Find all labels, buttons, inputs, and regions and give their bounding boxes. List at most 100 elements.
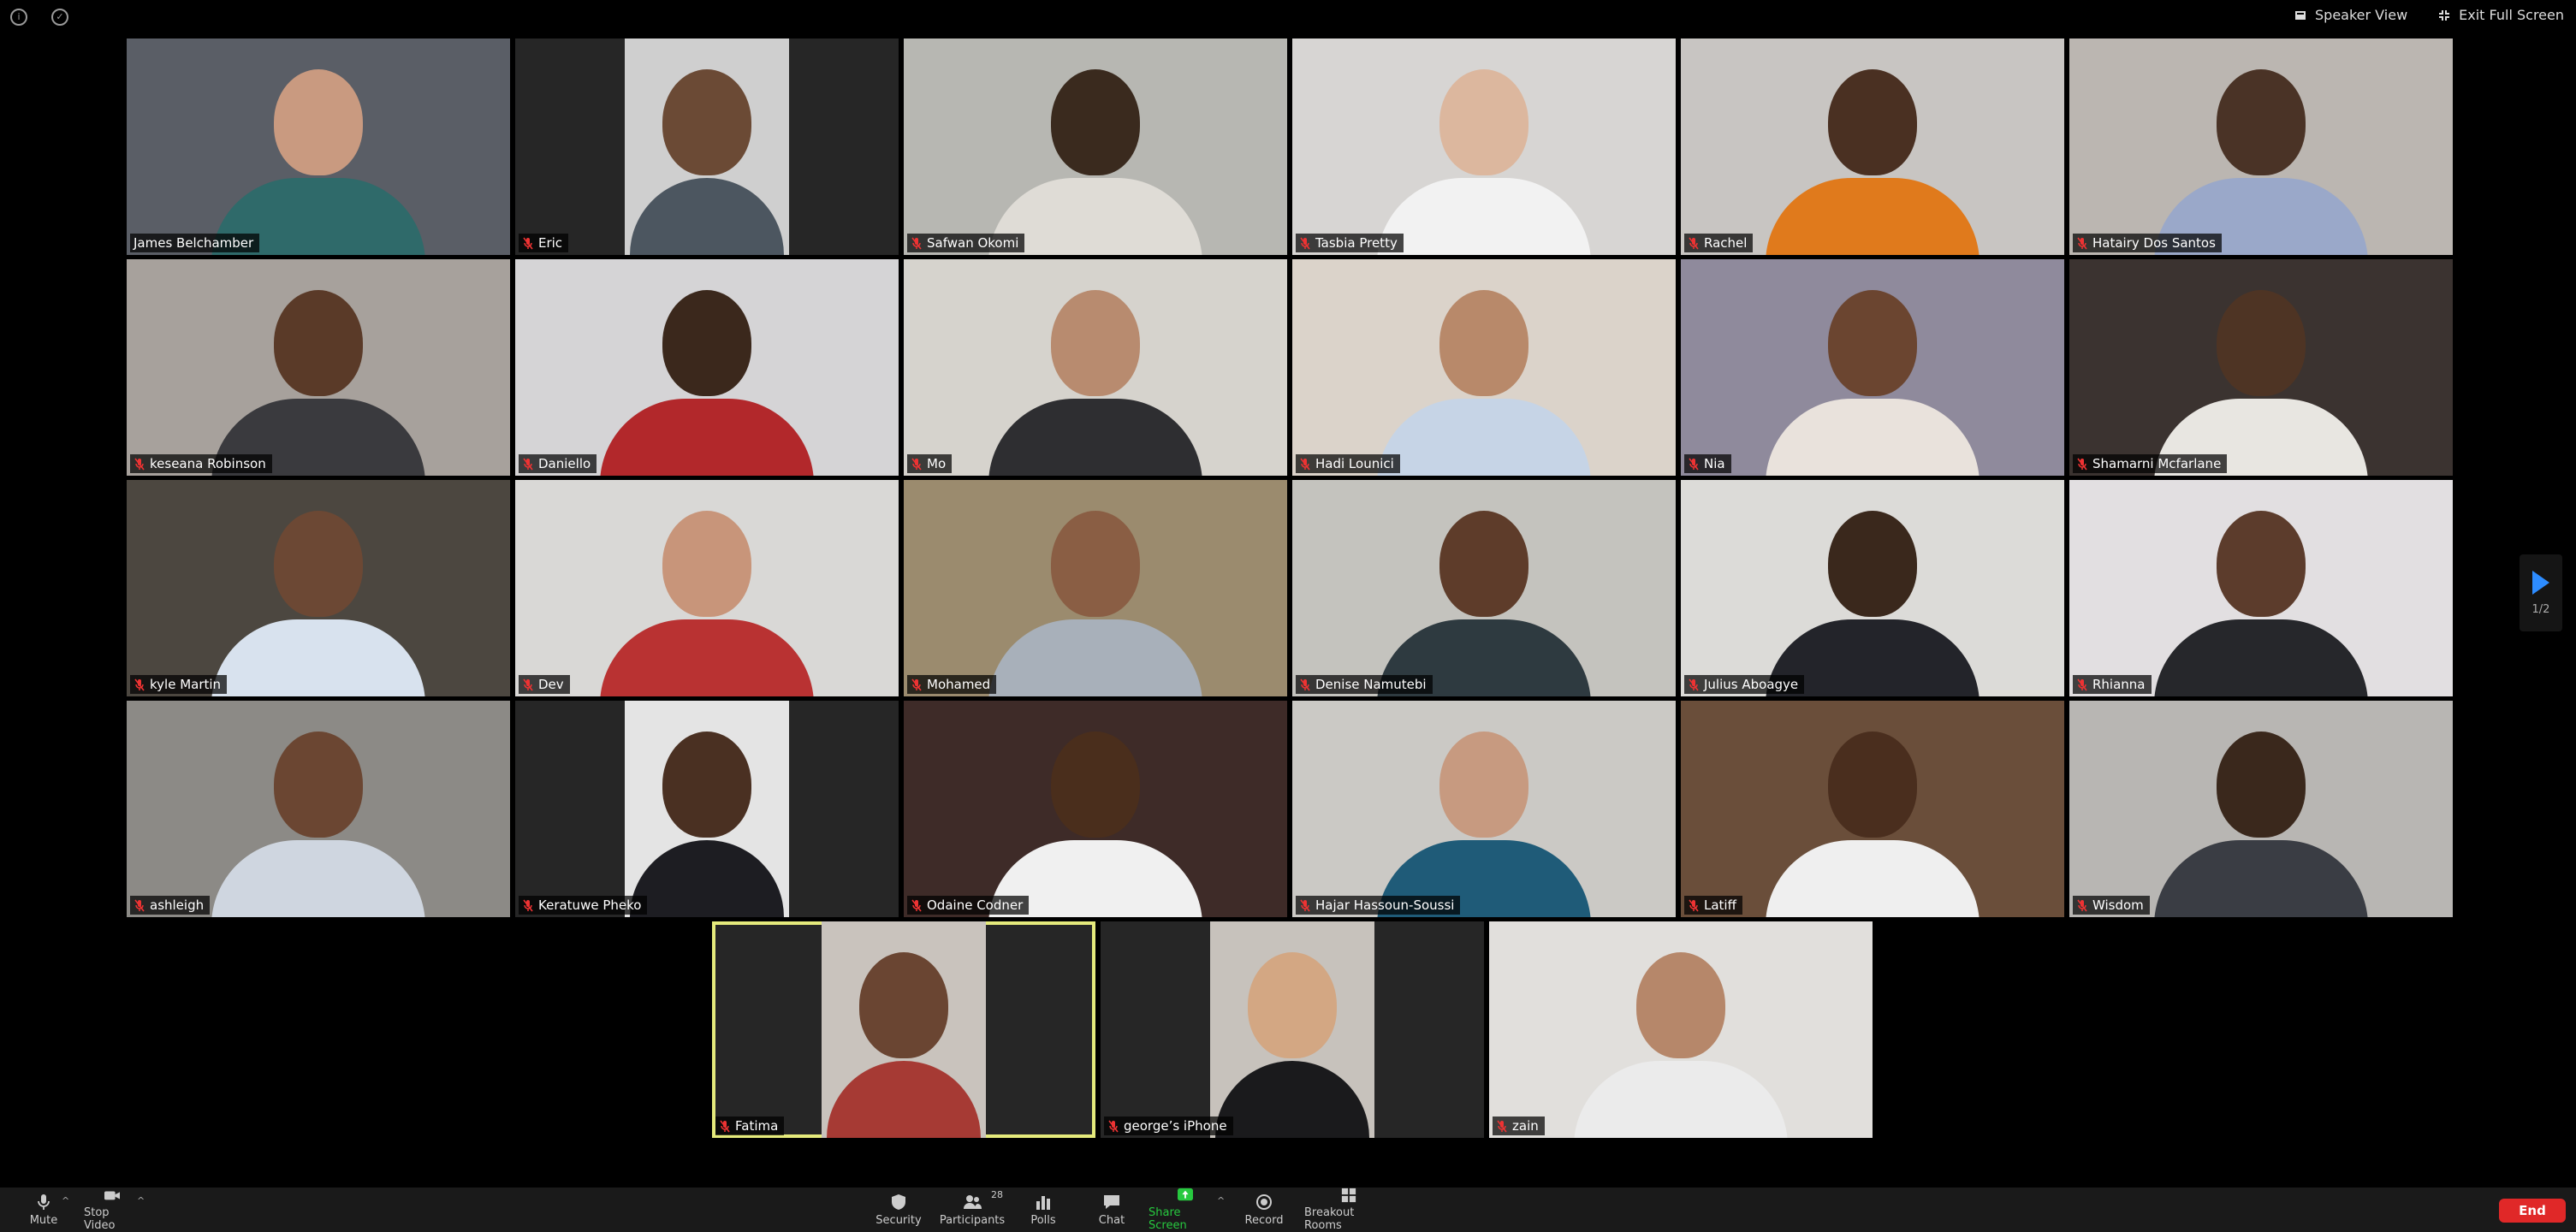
- participant-body: [600, 399, 814, 476]
- participant-head: [274, 69, 363, 175]
- mic-muted-icon: [2077, 899, 2087, 911]
- info-icon[interactable]: i: [10, 9, 27, 26]
- participant-body: [600, 619, 814, 696]
- end-meeting-button[interactable]: End: [2499, 1199, 2566, 1223]
- participant-video: [1292, 701, 1676, 917]
- video-tile[interactable]: Rachel: [1681, 38, 2064, 255]
- participant-nameplate: Denise Namutebi: [1296, 675, 1433, 694]
- top-right-controls: Speaker View Exit Full Screen: [2294, 7, 2564, 23]
- participants-icon: [964, 1194, 982, 1209]
- video-tile[interactable]: Mo: [904, 259, 1287, 476]
- next-arrow-icon: [2532, 570, 2549, 595]
- mic-muted-icon: [1689, 678, 1699, 690]
- participant-nameplate: Safwan Okomi: [907, 234, 1025, 252]
- breakout-rooms-button[interactable]: Breakout Rooms: [1304, 1188, 1393, 1232]
- share-options-caret-icon[interactable]: ^: [1217, 1195, 1225, 1206]
- participant-video: [1292, 259, 1676, 476]
- mic-muted-icon: [1108, 1120, 1119, 1132]
- participant-name: Nia: [1704, 456, 1725, 471]
- video-tile[interactable]: Dev: [515, 480, 899, 696]
- participant-nameplate: Nia: [1684, 454, 1731, 473]
- breakout-rooms-label: Breakout Rooms: [1304, 1206, 1355, 1232]
- video-tile[interactable]: zain: [1489, 921, 1873, 1138]
- mic-muted-icon: [1689, 899, 1699, 911]
- participant-video: [515, 480, 899, 696]
- video-tile[interactable]: Keratuwe Pheko: [515, 701, 899, 917]
- participant-video: [2069, 259, 2453, 476]
- record-button[interactable]: Record: [1243, 1188, 1285, 1232]
- mic-muted-icon: [134, 458, 145, 470]
- video-options-caret-icon[interactable]: ^: [137, 1195, 145, 1206]
- video-tile[interactable]: Denise Namutebi: [1292, 480, 1676, 696]
- participant-name: Daniello: [538, 456, 591, 471]
- participant-nameplate: Odaine Codner: [907, 896, 1030, 915]
- video-tile[interactable]: ashleigh: [127, 701, 510, 917]
- participant-name: zain: [1512, 1118, 1539, 1134]
- participant-video: [904, 259, 1287, 476]
- participant-name: Hajar Hassoun-Soussi: [1315, 897, 1455, 913]
- participant-name: Mo: [927, 456, 947, 471]
- chat-button[interactable]: Chat: [1094, 1188, 1130, 1232]
- video-tile[interactable]: Shamarni Mcfarlane: [2069, 259, 2453, 476]
- share-screen-button[interactable]: Share Screen: [1149, 1188, 1222, 1232]
- video-tile[interactable]: george’s iPhone: [1101, 921, 1484, 1138]
- participant-video: [2069, 480, 2453, 696]
- video-tile[interactable]: Nia: [1681, 259, 2064, 476]
- participant-name: Fatima: [735, 1118, 779, 1134]
- record-icon: [1256, 1194, 1272, 1210]
- next-page-button[interactable]: 1/2: [2520, 554, 2562, 631]
- participant-name: Julius Aboagye: [1704, 677, 1799, 692]
- stop-video-label: Stop Video: [84, 1206, 116, 1232]
- shield-check-icon[interactable]: ✓: [51, 9, 68, 26]
- participant-body: [211, 619, 425, 696]
- participant-name: Dev: [538, 677, 564, 692]
- participant-body: [2154, 840, 2368, 917]
- shield-icon: [892, 1194, 905, 1210]
- video-tile[interactable]: Daniello: [515, 259, 899, 476]
- participant-nameplate: James Belchamber: [130, 234, 260, 252]
- mute-options-caret-icon[interactable]: ^: [62, 1195, 69, 1206]
- video-tile[interactable]: Rhianna: [2069, 480, 2453, 696]
- polls-button[interactable]: Polls: [1025, 1188, 1061, 1232]
- video-tile[interactable]: Julius Aboagye: [1681, 480, 2064, 696]
- participant-head: [1248, 952, 1337, 1058]
- participant-video: [822, 921, 986, 1138]
- mic-muted-icon: [2077, 458, 2087, 470]
- participant-body: [630, 178, 784, 255]
- video-tile[interactable]: Hadi Lounici: [1292, 259, 1676, 476]
- mute-button[interactable]: Mute: [26, 1188, 62, 1232]
- polls-label: Polls: [1030, 1213, 1056, 1227]
- participant-nameplate: kyle Martin: [130, 675, 228, 694]
- participant-body: [211, 840, 425, 917]
- stop-video-button[interactable]: Stop Video: [84, 1188, 140, 1232]
- participant-nameplate: Fatima: [715, 1116, 785, 1135]
- video-tile[interactable]: Wisdom: [2069, 701, 2453, 917]
- security-button[interactable]: Security: [873, 1188, 924, 1232]
- participant-head: [274, 290, 363, 396]
- participant-head: [1051, 69, 1140, 175]
- video-tile[interactable]: Fatima: [712, 921, 1095, 1138]
- participant-video: [2069, 701, 2453, 917]
- participant-video: [1681, 701, 2064, 917]
- speaker-view-button[interactable]: Speaker View: [2294, 7, 2407, 23]
- video-tile[interactable]: Hajar Hassoun-Soussi: [1292, 701, 1676, 917]
- participant-nameplate: Julius Aboagye: [1684, 675, 1805, 694]
- video-tile[interactable]: Mohamed: [904, 480, 1287, 696]
- video-tile[interactable]: Safwan Okomi: [904, 38, 1287, 255]
- participant-video: [1681, 480, 2064, 696]
- exit-full-screen-button[interactable]: Exit Full Screen: [2438, 7, 2564, 23]
- chat-icon: [1104, 1194, 1119, 1209]
- participant-head: [1439, 69, 1528, 175]
- participant-head: [2217, 69, 2306, 175]
- video-tile[interactable]: kyle Martin: [127, 480, 510, 696]
- video-tile[interactable]: Tasbia Pretty: [1292, 38, 1676, 255]
- video-tile[interactable]: Latiff: [1681, 701, 2064, 917]
- video-tile[interactable]: Hatairy Dos Santos: [2069, 38, 2453, 255]
- video-tile[interactable]: keseana Robinson: [127, 259, 510, 476]
- participant-body: [1766, 840, 1979, 917]
- video-camera-icon: [104, 1191, 120, 1200]
- video-tile[interactable]: Eric: [515, 38, 899, 255]
- video-tile[interactable]: James Belchamber: [127, 38, 510, 255]
- participant-head: [662, 732, 751, 838]
- video-tile[interactable]: Odaine Codner: [904, 701, 1287, 917]
